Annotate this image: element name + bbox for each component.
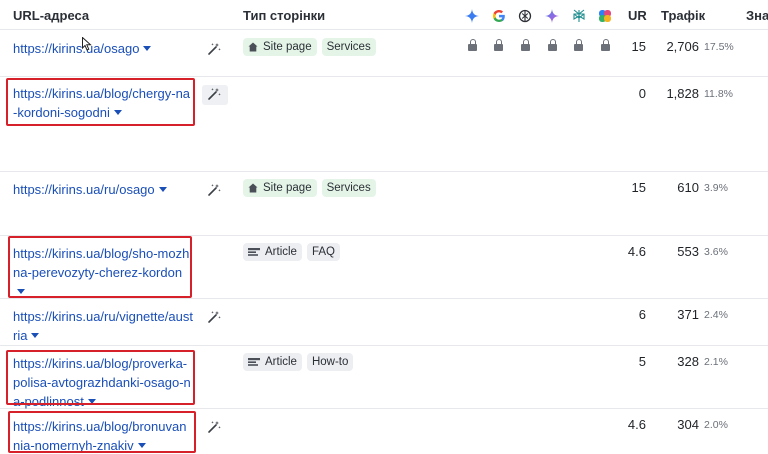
home-icon <box>248 183 258 193</box>
highlight-box <box>6 350 195 405</box>
column-header-value[interactable]: Зна <box>746 8 768 23</box>
table-header: URL-адреса Тип сторінки UR Трафік Зна <box>0 0 768 30</box>
perplexity-icon[interactable] <box>572 9 586 23</box>
home-icon <box>248 42 258 52</box>
traffic-value[interactable]: 610 <box>650 180 699 195</box>
url-text[interactable]: https://kirins.ua/osago <box>13 41 139 56</box>
traffic-value[interactable]: 553 <box>650 244 699 259</box>
magic-wand-icon[interactable] <box>202 85 228 105</box>
traffic-value[interactable]: 371 <box>650 307 699 322</box>
ur-value: 4.6 <box>627 417 646 432</box>
google-icon[interactable] <box>492 9 506 23</box>
lock-icon[interactable] <box>548 39 557 51</box>
lock-icon[interactable] <box>521 39 530 51</box>
page-type-tags: Site page Services <box>243 38 376 56</box>
highlight-box <box>8 411 196 453</box>
chevron-down-icon[interactable] <box>158 187 167 192</box>
page-type-tags: Article FAQ <box>243 243 340 261</box>
copilot-icon[interactable] <box>598 9 612 23</box>
traffic-value[interactable]: 2,706 <box>650 39 699 54</box>
lock-icon[interactable] <box>574 39 583 51</box>
ur-value: 6 <box>638 307 646 322</box>
tag-site-page[interactable]: Site page <box>243 179 317 197</box>
url-link[interactable]: https://kirins.ua/ru/osago <box>13 180 193 199</box>
magic-wand-icon[interactable] <box>206 41 222 57</box>
ur-value: 15 <box>631 39 646 54</box>
page-type-tags: Site page Services <box>243 179 376 197</box>
tag-site-page[interactable]: Site page <box>243 38 317 56</box>
url-link[interactable]: https://kirins.ua/ru/vignette/austria <box>13 307 193 345</box>
tag-how-to[interactable]: How-to <box>306 353 354 371</box>
tag-label: Article <box>265 356 297 368</box>
ur-value: 0 <box>638 86 646 101</box>
ur-value: 4.6 <box>627 244 646 259</box>
tag-label: Article <box>265 246 297 258</box>
tag-services[interactable]: Services <box>321 38 376 56</box>
tag-label: Services <box>326 182 371 194</box>
traffic-percent: 2.4% <box>704 309 728 321</box>
magic-wand-icon[interactable] <box>206 309 222 325</box>
traffic-percent: 2.0% <box>704 419 728 431</box>
tag-label: How-to <box>311 356 349 368</box>
table-row: https://kirins.ua/osago Site page Servic… <box>0 31 768 77</box>
column-header-url[interactable]: URL-адреса <box>13 8 89 23</box>
tag-label: FAQ <box>311 246 335 258</box>
tag-article[interactable]: Article <box>243 243 302 261</box>
traffic-value[interactable]: 304 <box>650 417 699 432</box>
page-type-tags: Article How-to <box>243 353 354 371</box>
url-link[interactable]: https://kirins.ua/osago <box>13 39 193 58</box>
traffic-percent: 2.1% <box>704 356 728 368</box>
tag-faq[interactable]: FAQ <box>306 243 340 261</box>
column-header-ur[interactable]: UR <box>628 8 647 23</box>
tag-services[interactable]: Services <box>321 179 376 197</box>
url-text[interactable]: https://kirins.ua/ru/vignette/austria <box>13 309 193 343</box>
traffic-value[interactable]: 328 <box>650 354 699 369</box>
tag-label: Services <box>326 41 371 53</box>
traffic-value[interactable]: 1,828 <box>650 86 699 101</box>
chevron-down-icon[interactable] <box>143 46 152 51</box>
traffic-percent: 3.6% <box>704 246 728 258</box>
ur-value: 5 <box>638 354 646 369</box>
traffic-percent: 3.9% <box>704 182 728 194</box>
magic-wand-icon[interactable] <box>206 182 222 198</box>
mouse-cursor-icon <box>82 37 92 51</box>
highlight-box <box>6 78 195 126</box>
openai-icon[interactable] <box>518 9 532 23</box>
traffic-percent: 11.8% <box>704 88 733 100</box>
magic-wand-icon[interactable] <box>206 419 222 435</box>
article-icon <box>248 247 260 256</box>
column-header-traffic[interactable]: Трафік <box>661 8 705 23</box>
lock-icon[interactable] <box>468 39 477 51</box>
gemini-icon[interactable] <box>465 9 479 23</box>
table-row: https://kirins.ua/ru/osago Site page Ser… <box>0 172 768 236</box>
column-header-page-type[interactable]: Тип сторінки <box>243 8 325 23</box>
table-row: https://kirins.ua/ru/vignette/austria 6 … <box>0 299 768 346</box>
gemini-sparkle-icon[interactable] <box>545 9 559 23</box>
chevron-down-icon[interactable] <box>31 333 40 338</box>
tag-label: Site page <box>263 182 312 194</box>
ur-value: 15 <box>631 180 646 195</box>
article-icon <box>248 357 260 366</box>
tag-label: Site page <box>263 41 312 53</box>
traffic-percent: 17.5% <box>704 41 734 53</box>
tag-article[interactable]: Article <box>243 353 302 371</box>
highlight-box <box>8 236 192 298</box>
lock-icon[interactable] <box>494 39 503 51</box>
url-text[interactable]: https://kirins.ua/ru/osago <box>13 182 155 197</box>
